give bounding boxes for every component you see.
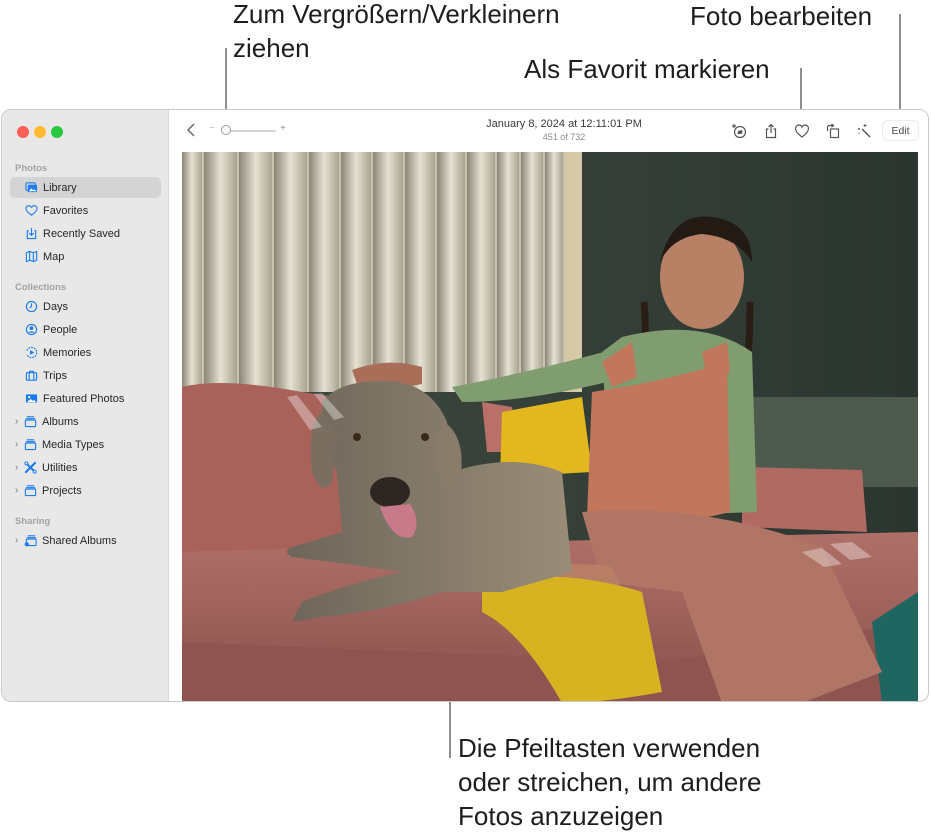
sidebar-item-utilities[interactable]: › Utilities xyxy=(10,457,161,478)
folder-stack-icon xyxy=(23,438,37,452)
photo-position-counter: 451 of 732 xyxy=(542,132,586,142)
toolbar: − + January 8, 2024 at 12:11:01 PM 451 o… xyxy=(169,110,928,152)
library-icon xyxy=(24,181,38,195)
memories-play-icon xyxy=(24,346,38,360)
share-icon[interactable] xyxy=(762,122,780,140)
photos-window: Photos Library Favorites Recently Saved … xyxy=(1,109,929,702)
sidebar-item-trips[interactable]: Trips xyxy=(10,365,161,386)
sidebar-item-recently-saved[interactable]: Recently Saved xyxy=(10,223,161,244)
chevron-right-icon[interactable]: › xyxy=(11,535,22,546)
rotate-icon[interactable] xyxy=(824,122,842,140)
folder-stack-icon xyxy=(23,415,37,429)
shared-album-icon xyxy=(23,534,37,548)
sidebar-item-library[interactable]: Library xyxy=(10,177,161,198)
sidebar-section-photos: Photos xyxy=(15,163,48,174)
sidebar-section-sharing: Sharing xyxy=(15,516,51,527)
sidebar-item-media-types[interactable]: › Media Types xyxy=(10,434,161,455)
sidebar-item-label: Favorites xyxy=(43,204,89,217)
sidebar-item-label: Media Types xyxy=(42,438,105,451)
chevron-right-icon[interactable]: › xyxy=(11,439,22,450)
magic-wand-icon[interactable] xyxy=(855,122,873,140)
chevron-right-icon[interactable]: › xyxy=(11,416,22,427)
sidebar-item-albums[interactable]: › Albums xyxy=(10,411,161,432)
sidebar-item-shared-albums[interactable]: › Shared Albums xyxy=(10,530,161,551)
favorite-heart-icon[interactable] xyxy=(793,122,811,140)
sidebar-item-label: People xyxy=(43,323,78,336)
photo-viewer[interactable] xyxy=(182,152,918,701)
sidebar-item-label: Trips xyxy=(43,369,68,382)
callout-favorite: Als Favorit markieren xyxy=(524,54,770,84)
folder-stack-icon xyxy=(23,484,37,498)
clock-icon xyxy=(24,300,38,314)
sidebar-item-label: Utilities xyxy=(42,461,78,474)
callout-zoom: Zum Vergrößern/Verkleinern ziehen xyxy=(233,0,560,63)
callout-edit-line xyxy=(899,14,901,124)
sidebar-item-memories[interactable]: Memories xyxy=(10,342,161,363)
sidebar-section-collections: Collections xyxy=(15,282,67,293)
zoom-out-icon[interactable]: − xyxy=(209,123,215,134)
person-circle-icon xyxy=(24,323,38,337)
photo-icon xyxy=(24,392,38,406)
sidebar-item-label: Albums xyxy=(42,415,79,428)
tools-icon xyxy=(23,461,37,475)
zoom-slider-thumb[interactable] xyxy=(221,125,231,135)
sidebar-item-featured-photos[interactable]: Featured Photos xyxy=(10,388,161,409)
chevron-right-icon[interactable]: › xyxy=(11,462,22,473)
heart-icon xyxy=(24,204,38,218)
sidebar-item-label: Library xyxy=(43,181,77,194)
sidebar-item-label: Shared Albums xyxy=(42,534,117,547)
window-blinds xyxy=(182,152,582,392)
sidebar-item-people[interactable]: People xyxy=(10,319,161,340)
callout-edit: Foto bearbeiten xyxy=(690,1,873,31)
zoom-in-icon[interactable]: + xyxy=(280,123,286,134)
sidebar-item-label: Recently Saved xyxy=(43,227,121,240)
chevron-right-icon[interactable]: › xyxy=(11,485,22,496)
sidebar-item-label: Projects xyxy=(42,484,82,497)
sidebar-item-map[interactable]: Map xyxy=(10,246,161,267)
sidebar-item-favorites[interactable]: Favorites xyxy=(10,200,161,221)
sidebar-item-label: Days xyxy=(43,300,69,313)
sidebar: Photos Library Favorites Recently Saved … xyxy=(2,110,169,701)
minimize-window-button[interactable] xyxy=(34,126,46,138)
chevron-left-icon[interactable] xyxy=(184,121,198,139)
sidebar-item-days[interactable]: Days xyxy=(10,296,161,317)
map-icon xyxy=(24,250,38,264)
download-tray-icon xyxy=(24,227,38,241)
callout-navigate: Die Pfeiltasten verwenden oder streichen… xyxy=(458,733,762,831)
sidebar-item-label: Map xyxy=(43,250,65,263)
edit-button[interactable]: Edit xyxy=(882,120,919,141)
sidebar-item-label: Featured Photos xyxy=(43,392,125,405)
suitcase-icon xyxy=(24,369,38,383)
photo-image xyxy=(182,152,918,701)
zoom-window-button[interactable] xyxy=(51,126,63,138)
sidebar-item-projects[interactable]: › Projects xyxy=(10,480,161,501)
photo-date-title: January 8, 2024 at 12:11:01 PM xyxy=(486,118,642,130)
pet-identify-icon[interactable] xyxy=(730,122,748,140)
close-window-button[interactable] xyxy=(17,126,29,138)
sidebar-item-label: Memories xyxy=(43,346,92,359)
zoom-slider-track[interactable] xyxy=(226,130,276,132)
